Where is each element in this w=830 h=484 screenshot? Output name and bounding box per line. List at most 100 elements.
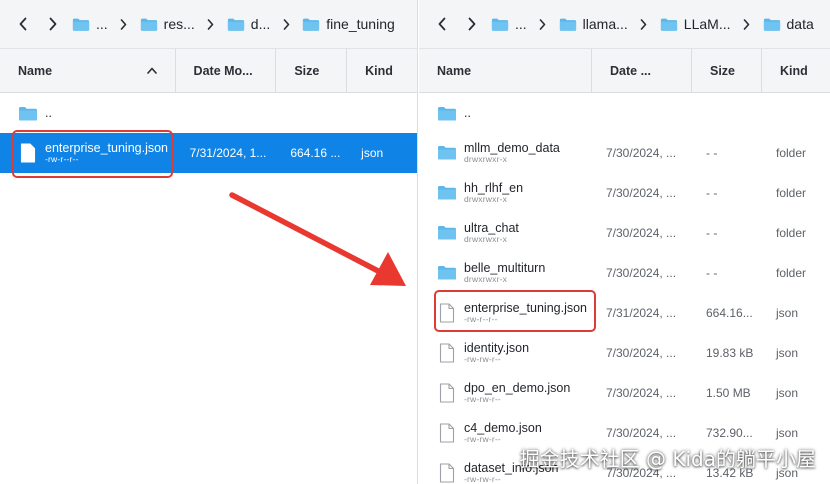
column-size-label: Size <box>294 63 320 78</box>
file-permissions: drwxrwxr-x <box>464 194 508 205</box>
folder-icon <box>491 17 509 32</box>
folder-icon <box>763 17 781 32</box>
name-cell: identity.json -rw-rw-r-- <box>419 341 592 365</box>
date-modified-cell: 7/30/2024, ... <box>606 186 677 200</box>
name-cell: mllm_demo_data drwxrwxr-x <box>419 141 592 165</box>
breadcrumb-label: ... <box>96 16 108 32</box>
column-date-label: Date Mo... <box>193 63 253 78</box>
breadcrumb-label: data <box>786 16 814 32</box>
column-date-modified[interactable]: Date ... <box>592 48 692 93</box>
breadcrumb-item[interactable]: LLaM... <box>660 16 731 32</box>
chevron-up-icon <box>146 67 157 74</box>
breadcrumb-item[interactable]: ... <box>491 16 527 32</box>
file-icon <box>437 342 457 364</box>
date-modified-cell: 7/31/2024, ... <box>606 306 677 320</box>
back-button[interactable] <box>427 9 457 39</box>
left-toolbar: ... res... d... fine_tuning <box>0 0 417 49</box>
watermark-text: 掘金技术社区 @ Kida的躺平小屋 <box>519 447 816 471</box>
kind-cell: folder <box>776 266 807 280</box>
forward-button[interactable] <box>457 9 487 39</box>
file-row[interactable]: identity.json -rw-rw-r-- 7/30/2024, ... 19.… <box>419 333 830 373</box>
breadcrumb-label: llama... <box>582 16 628 32</box>
file-name: dpo_en_demo.json <box>464 380 571 395</box>
file-row[interactable]: dpo_en_demo.json -rw-rw-r-- 7/30/2024, ...… <box>419 373 830 413</box>
date-modified-cell: 7/30/2024, ... <box>606 386 677 400</box>
name-cell: belle_multiturn drwxrwxr-x <box>419 261 592 285</box>
chevron-right-icon <box>276 18 296 30</box>
file-row[interactable]: enterprise_tuning.json -rw-r--r-- 7/31/202… <box>419 293 830 333</box>
column-kind-label: Kind <box>365 63 393 78</box>
kind-cell: folder <box>776 226 807 240</box>
breadcrumb-item[interactable]: d... <box>227 16 270 32</box>
column-name[interactable]: Name <box>419 48 592 93</box>
breadcrumb-item[interactable]: data <box>763 16 814 32</box>
folder-icon <box>227 17 245 32</box>
file-permissions: drwxrwxr-x <box>464 234 508 245</box>
column-name[interactable]: Name <box>0 48 176 93</box>
chevron-left-icon <box>19 17 27 31</box>
folder-row[interactable]: .. <box>419 93 830 133</box>
file-name: .. <box>464 105 471 120</box>
column-kind[interactable]: Kind <box>762 49 830 93</box>
size-cell: 664.16 ... <box>290 146 341 160</box>
folder-icon <box>437 262 457 284</box>
chevron-left-icon <box>438 17 446 31</box>
date-modified-cell: 7/30/2024, ... <box>606 426 677 440</box>
folder-row[interactable]: hh_rlhf_en drwxrwxr-x 7/30/2024, ... - - fol… <box>419 173 830 213</box>
forward-button[interactable] <box>38 9 68 39</box>
chevron-right-icon <box>201 18 221 30</box>
breadcrumb-item[interactable]: fine_tuning <box>302 16 395 32</box>
column-kind[interactable]: Kind <box>347 49 417 93</box>
folder-row[interactable]: ultra_chat drwxrwxr-x 7/30/2024, ... - - fol… <box>419 213 830 253</box>
column-date-label: Date ... <box>610 63 651 78</box>
chevron-right-icon <box>634 18 654 30</box>
size-cell: - - <box>706 146 718 160</box>
folder-row[interactable]: mllm_demo_data drwxrwxr-x 7/30/2024, ... - … <box>419 133 830 173</box>
file-permissions: drwxrwxr-x <box>464 154 508 165</box>
back-button[interactable] <box>8 9 38 39</box>
file-permissions: -rw-r--r-- <box>45 154 79 165</box>
file-icon <box>437 462 457 484</box>
file-name: enterprise_tuning.json <box>464 300 587 315</box>
file-name: .. <box>45 105 52 120</box>
folder-row[interactable]: belle_multiturn drwxrwxr-x 7/30/2024, ... -… <box>419 253 830 293</box>
folder-icon <box>437 102 457 124</box>
date-modified-cell: 7/30/2024, ... <box>606 346 677 360</box>
size-cell: - - <box>706 266 718 280</box>
column-name-label: Name <box>437 63 472 78</box>
folder-icon <box>660 17 678 32</box>
file-icon <box>437 382 457 404</box>
file-name: hh_rlhf_en <box>464 180 524 195</box>
size-cell: 732.90... <box>706 426 753 440</box>
file-permissions: -rw-rw-r-- <box>464 394 501 405</box>
folder-icon <box>437 222 457 244</box>
column-header: Name Date Mo... Size Kind <box>0 48 417 93</box>
date-modified-cell: 7/30/2024, ... <box>606 226 677 240</box>
column-date-modified[interactable]: Date Mo... <box>176 48 277 93</box>
column-size[interactable]: Size <box>692 48 762 93</box>
file-permissions: drwxrwxr-x <box>464 274 508 285</box>
name-cell: ultra_chat drwxrwxr-x <box>419 221 592 245</box>
kind-cell: folder <box>776 146 807 160</box>
breadcrumb-item[interactable]: ... <box>72 16 108 32</box>
chevron-right-icon <box>114 18 134 30</box>
file-icon <box>437 422 457 444</box>
file-name: enterprise_tuning.json <box>45 140 168 155</box>
size-cell: 19.83 kB <box>706 346 754 360</box>
file-name: identity.json <box>464 340 530 355</box>
column-name-label: Name <box>18 63 53 78</box>
file-permissions: -rw-r--r-- <box>464 314 498 325</box>
file-permissions: -rw-rw-r-- <box>464 474 501 484</box>
file-row[interactable]: enterprise_tuning.json -rw-r--r-- 7/31/202… <box>0 133 417 173</box>
file-name: mllm_demo_data <box>464 140 560 155</box>
kind-cell: json <box>776 346 799 360</box>
size-cell: - - <box>706 226 718 240</box>
kind-cell: json <box>361 146 384 160</box>
name-cell: enterprise_tuning.json -rw-r--r-- <box>0 141 176 165</box>
column-kind-label: Kind <box>780 63 808 78</box>
breadcrumb-label: d... <box>250 16 271 32</box>
breadcrumb-item[interactable]: llama... <box>559 16 628 32</box>
breadcrumb-item[interactable]: res... <box>140 16 195 32</box>
column-size[interactable]: Size <box>276 48 348 93</box>
folder-row[interactable]: .. <box>0 93 417 133</box>
